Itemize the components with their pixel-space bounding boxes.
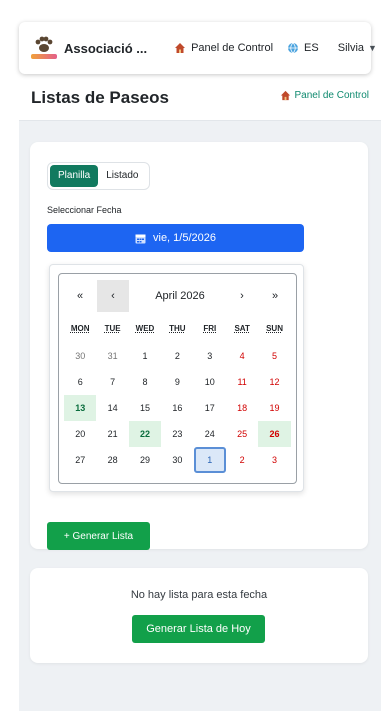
calendar-day[interactable]: 2 <box>161 343 193 369</box>
calendar-day[interactable]: 3 <box>194 343 226 369</box>
calendar-day[interactable]: 19 <box>258 395 290 421</box>
tab-planilla[interactable]: Planilla <box>50 165 99 187</box>
weekday-label: FRI <box>203 324 217 333</box>
generate-list-button[interactable]: + Generar Lista <box>47 522 150 550</box>
calendar-day[interactable]: 30 <box>161 447 193 473</box>
calendar-day[interactable]: 1 <box>129 343 161 369</box>
date-field-label: Seleccionar Fecha <box>47 205 122 215</box>
date-value: vie, 1/5/2026 <box>153 232 216 244</box>
page-title: Listas de Paseos <box>31 88 169 107</box>
weekday-label: TUE <box>104 324 121 333</box>
weekday-label: THU <box>169 324 186 333</box>
content-area: Planilla Listado Seleccionar Fecha vie, … <box>19 120 381 711</box>
globe-icon <box>288 42 299 54</box>
calendar-week: 6 7 8 9 10 11 12 <box>64 369 291 395</box>
calendar-day[interactable]: 17 <box>194 395 226 421</box>
calendar-day[interactable]: 18 <box>226 395 258 421</box>
empty-state-card: No hay lista para esta fecha Generar Lis… <box>30 568 368 663</box>
calendar-day[interactable]: 23 <box>161 421 193 447</box>
tab-listado[interactable]: Listado <box>98 165 146 187</box>
calendar-day[interactable]: 5 <box>258 343 290 369</box>
calendar-month-label[interactable]: April 2026 <box>140 280 220 312</box>
calendar-day[interactable]: 25 <box>226 421 258 447</box>
calendar-day[interactable]: 2 <box>226 447 258 473</box>
calendar-day[interactable]: 9 <box>161 369 193 395</box>
language-label: ES <box>304 42 319 54</box>
user-menu[interactable]: Silvia ▼ <box>338 42 377 54</box>
calendar-day[interactable]: 24 <box>194 421 226 447</box>
calendar-day[interactable]: 21 <box>96 421 128 447</box>
calendar-day[interactable]: 27 <box>64 447 96 473</box>
view-tabs: Planilla Listado <box>47 162 150 190</box>
calendar-day-marked[interactable]: 13 <box>64 395 97 421</box>
calendar-day[interactable]: 16 <box>161 395 193 421</box>
calendar-day[interactable]: 14 <box>96 395 128 421</box>
calendar-day[interactable]: 15 <box>129 395 161 421</box>
next-month-button[interactable]: › <box>226 280 258 312</box>
date-picker-button[interactable]: vie, 1/5/2026 <box>47 224 304 252</box>
calendar-day[interactable]: 29 <box>129 447 161 473</box>
calendar-day-marked[interactable]: 26 <box>258 421 291 447</box>
weekday-label: WED <box>135 324 155 333</box>
planilla-card: Planilla Listado Seleccionar Fecha vie, … <box>30 142 368 550</box>
language-selector[interactable]: ES <box>287 42 319 54</box>
calendar-popup: « ‹ April 2026 › » MON TUE WED THU FRI S… <box>49 264 304 492</box>
calendar-day-selected[interactable]: 1 <box>193 447 226 473</box>
prev-year-button[interactable]: « <box>64 280 96 312</box>
calendar-icon <box>135 234 146 243</box>
calendar-day[interactable]: 30 <box>64 343 96 369</box>
calendar-day[interactable]: 28 <box>96 447 128 473</box>
brand-name: Associació ... <box>64 40 148 56</box>
weekday-label: SAT <box>234 324 250 333</box>
header-panel-label: Panel de Control <box>294 90 370 101</box>
next-year-button[interactable]: » <box>259 280 291 312</box>
weekday-label: SUN <box>266 324 283 333</box>
nav-panel-link[interactable]: Panel de Control <box>174 42 273 54</box>
calendar-grid: MON TUE WED THU FRI SAT SUN 30 31 1 2 3 … <box>64 323 291 473</box>
weekday-header: MON TUE WED THU FRI SAT SUN <box>64 323 291 335</box>
house-icon <box>280 90 290 101</box>
calendar-week: 27 28 29 30 1 2 3 <box>64 447 291 473</box>
weekday-label: MON <box>70 324 90 333</box>
calendar-day[interactable]: 4 <box>226 343 258 369</box>
calendar-day[interactable]: 7 <box>96 369 128 395</box>
calendar-day[interactable]: 12 <box>258 369 290 395</box>
calendar-day[interactable]: 11 <box>226 369 258 395</box>
header-panel-link[interactable]: Panel de Control <box>280 90 370 101</box>
calendar-day[interactable]: 6 <box>64 369 96 395</box>
selected-day-label: 1 <box>207 455 213 465</box>
calendar-week: 13 14 15 16 17 18 19 <box>64 395 291 421</box>
empty-state-message: No hay lista para esta fecha <box>130 589 268 601</box>
generate-today-button[interactable]: Generar Lista de Hoy <box>132 615 265 643</box>
calendar-day[interactable]: 10 <box>194 369 226 395</box>
logo-paw-icon <box>31 35 57 61</box>
calendar: « ‹ April 2026 › » MON TUE WED THU FRI S… <box>58 273 297 484</box>
calendar-day[interactable]: 20 <box>64 421 96 447</box>
calendar-day-marked[interactable]: 22 <box>128 421 162 447</box>
caret-down-icon: ▼ <box>368 43 377 53</box>
calendar-day[interactable]: 8 <box>129 369 161 395</box>
calendar-day[interactable]: 31 <box>96 343 128 369</box>
nav-panel-label: Panel de Control <box>191 42 274 54</box>
calendar-week: 20 21 22 23 24 25 26 <box>64 421 291 447</box>
calendar-navigation: « ‹ April 2026 › » <box>64 280 291 312</box>
brand[interactable]: Associació ... <box>31 35 147 61</box>
prev-month-button[interactable]: ‹ <box>97 280 129 312</box>
navbar: Associació ... Panel de Control ES Silvi… <box>19 22 377 74</box>
calendar-day[interactable]: 3 <box>258 447 290 473</box>
calendar-week: 30 31 1 2 3 4 5 <box>64 343 291 369</box>
house-icon <box>175 43 186 53</box>
page-header: Listas de Paseos Panel de Control <box>19 80 381 116</box>
user-name: Silvia <box>337 42 365 54</box>
